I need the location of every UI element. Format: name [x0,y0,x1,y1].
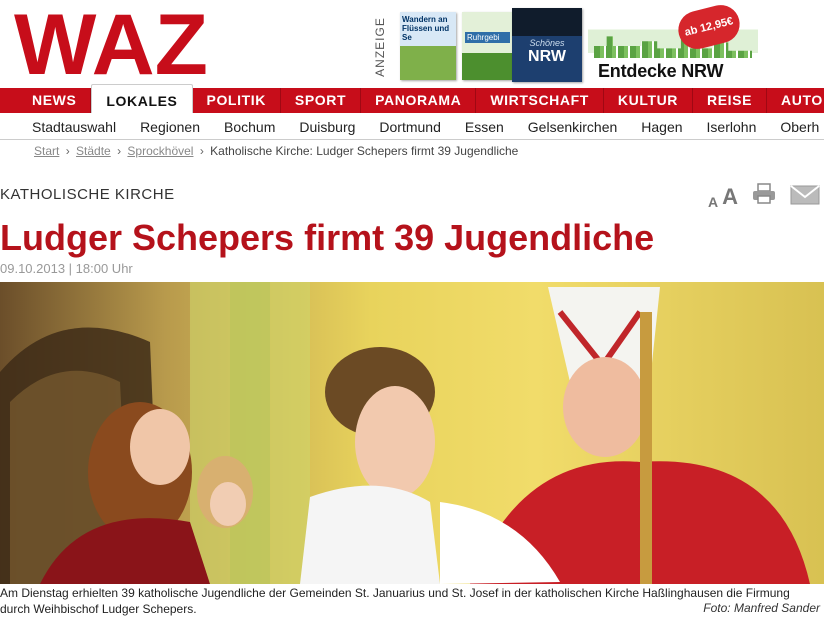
ad-book-ruhrgebiet-title: Ruhrgebi [465,32,510,43]
nav-item-politik[interactable]: POLITIK [193,88,281,113]
breadcrumb-current: Katholische Kirche: Ludger Schepers firm… [210,144,519,158]
nav-item-auto[interactable]: AUTO [767,88,824,113]
breadcrumb-city-link[interactable]: Sprockhövel [127,144,193,158]
article-photo[interactable] [0,282,824,584]
photo-credit: Foto: Manfred Sander [703,601,820,615]
advertisement-banner[interactable]: ANZEIGE Wandern an Flüssen und Se Ruhrge… [373,1,758,86]
subnav-item-stadtauswahl[interactable]: Stadtauswahl [32,113,116,139]
subnav-item-hagen[interactable]: Hagen [641,113,682,139]
ad-book-nrw-subtitle: Schönes [529,38,565,48]
printer-icon[interactable] [752,183,776,210]
nav-item-sport[interactable]: SPORT [281,88,362,113]
ad-book-wandern[interactable]: Wandern an Flüssen und Se [400,12,456,80]
nav-item-wirtschaft[interactable]: WIRTSCHAFT [476,88,604,113]
article-headline: Ludger Schepers firmt 39 Jugendliche [0,217,655,258]
subnav-item-oberhausen[interactable]: Oberh [780,113,819,139]
main-navigation: NEWS LOKALES POLITIK SPORT PANORAMA WIRT… [0,84,824,114]
ad-label-text: ANZEIGE [372,17,387,77]
nav-item-reise[interactable]: REISE [693,88,768,113]
ad-label: ANZEIGE [373,10,394,82]
font-size-decrease-button[interactable]: A [708,194,718,210]
article-kicker: KATHOLISCHE KIRCHE [0,186,175,203]
subnav-item-essen[interactable]: Essen [465,113,504,139]
breadcrumb-staedte-link[interactable]: Städte [76,144,111,158]
logo-text: WAZ [14,6,208,82]
article-date: 09.10.2013 | 18:00 Uhr [0,261,133,276]
article-tools: A A [708,180,820,210]
font-size-increase-button[interactable]: A [722,184,738,210]
nav-item-kultur[interactable]: KULTUR [604,88,694,113]
waz-logo[interactable]: WAZ [14,6,210,82]
breadcrumb-separator: › [65,144,70,158]
subnav-item-regionen[interactable]: Regionen [140,113,200,139]
mail-icon[interactable] [790,185,820,210]
sub-navigation: Stadtauswahl Regionen Bochum Duisburg Do… [0,113,824,140]
nav-item-lokales[interactable]: LOKALES [91,84,193,114]
ad-book-nrw-title: NRW [528,48,566,65]
ad-claim: Entdecke NRW [598,61,724,81]
ad-book-wandern-title: Wandern an Flüssen und Se [402,15,450,42]
ad-book-ruhrgebiet[interactable]: Ruhrgebi [462,12,512,80]
subnav-item-dortmund[interactable]: Dortmund [379,113,440,139]
subnav-item-iserlohn[interactable]: Iserlohn [707,113,757,139]
photo-caption: Am Dienstag erhielten 39 katholische Jug… [0,586,790,616]
nav-item-news[interactable]: NEWS [0,88,92,113]
breadcrumb: Start › Städte › Sprockhövel › Katholisc… [34,144,518,158]
ad-book-nrw[interactable]: Schönes NRW [512,8,582,82]
subnav-item-gelsenkirchen[interactable]: Gelsenkirchen [528,113,618,139]
subnav-item-bochum[interactable]: Bochum [224,113,275,139]
nav-item-panorama[interactable]: PANORAMA [361,88,477,113]
subnav-item-duisburg[interactable]: Duisburg [299,113,355,139]
breadcrumb-separator: › [199,144,204,158]
breadcrumb-separator: › [117,144,122,158]
breadcrumb-start-link[interactable]: Start [34,144,59,158]
